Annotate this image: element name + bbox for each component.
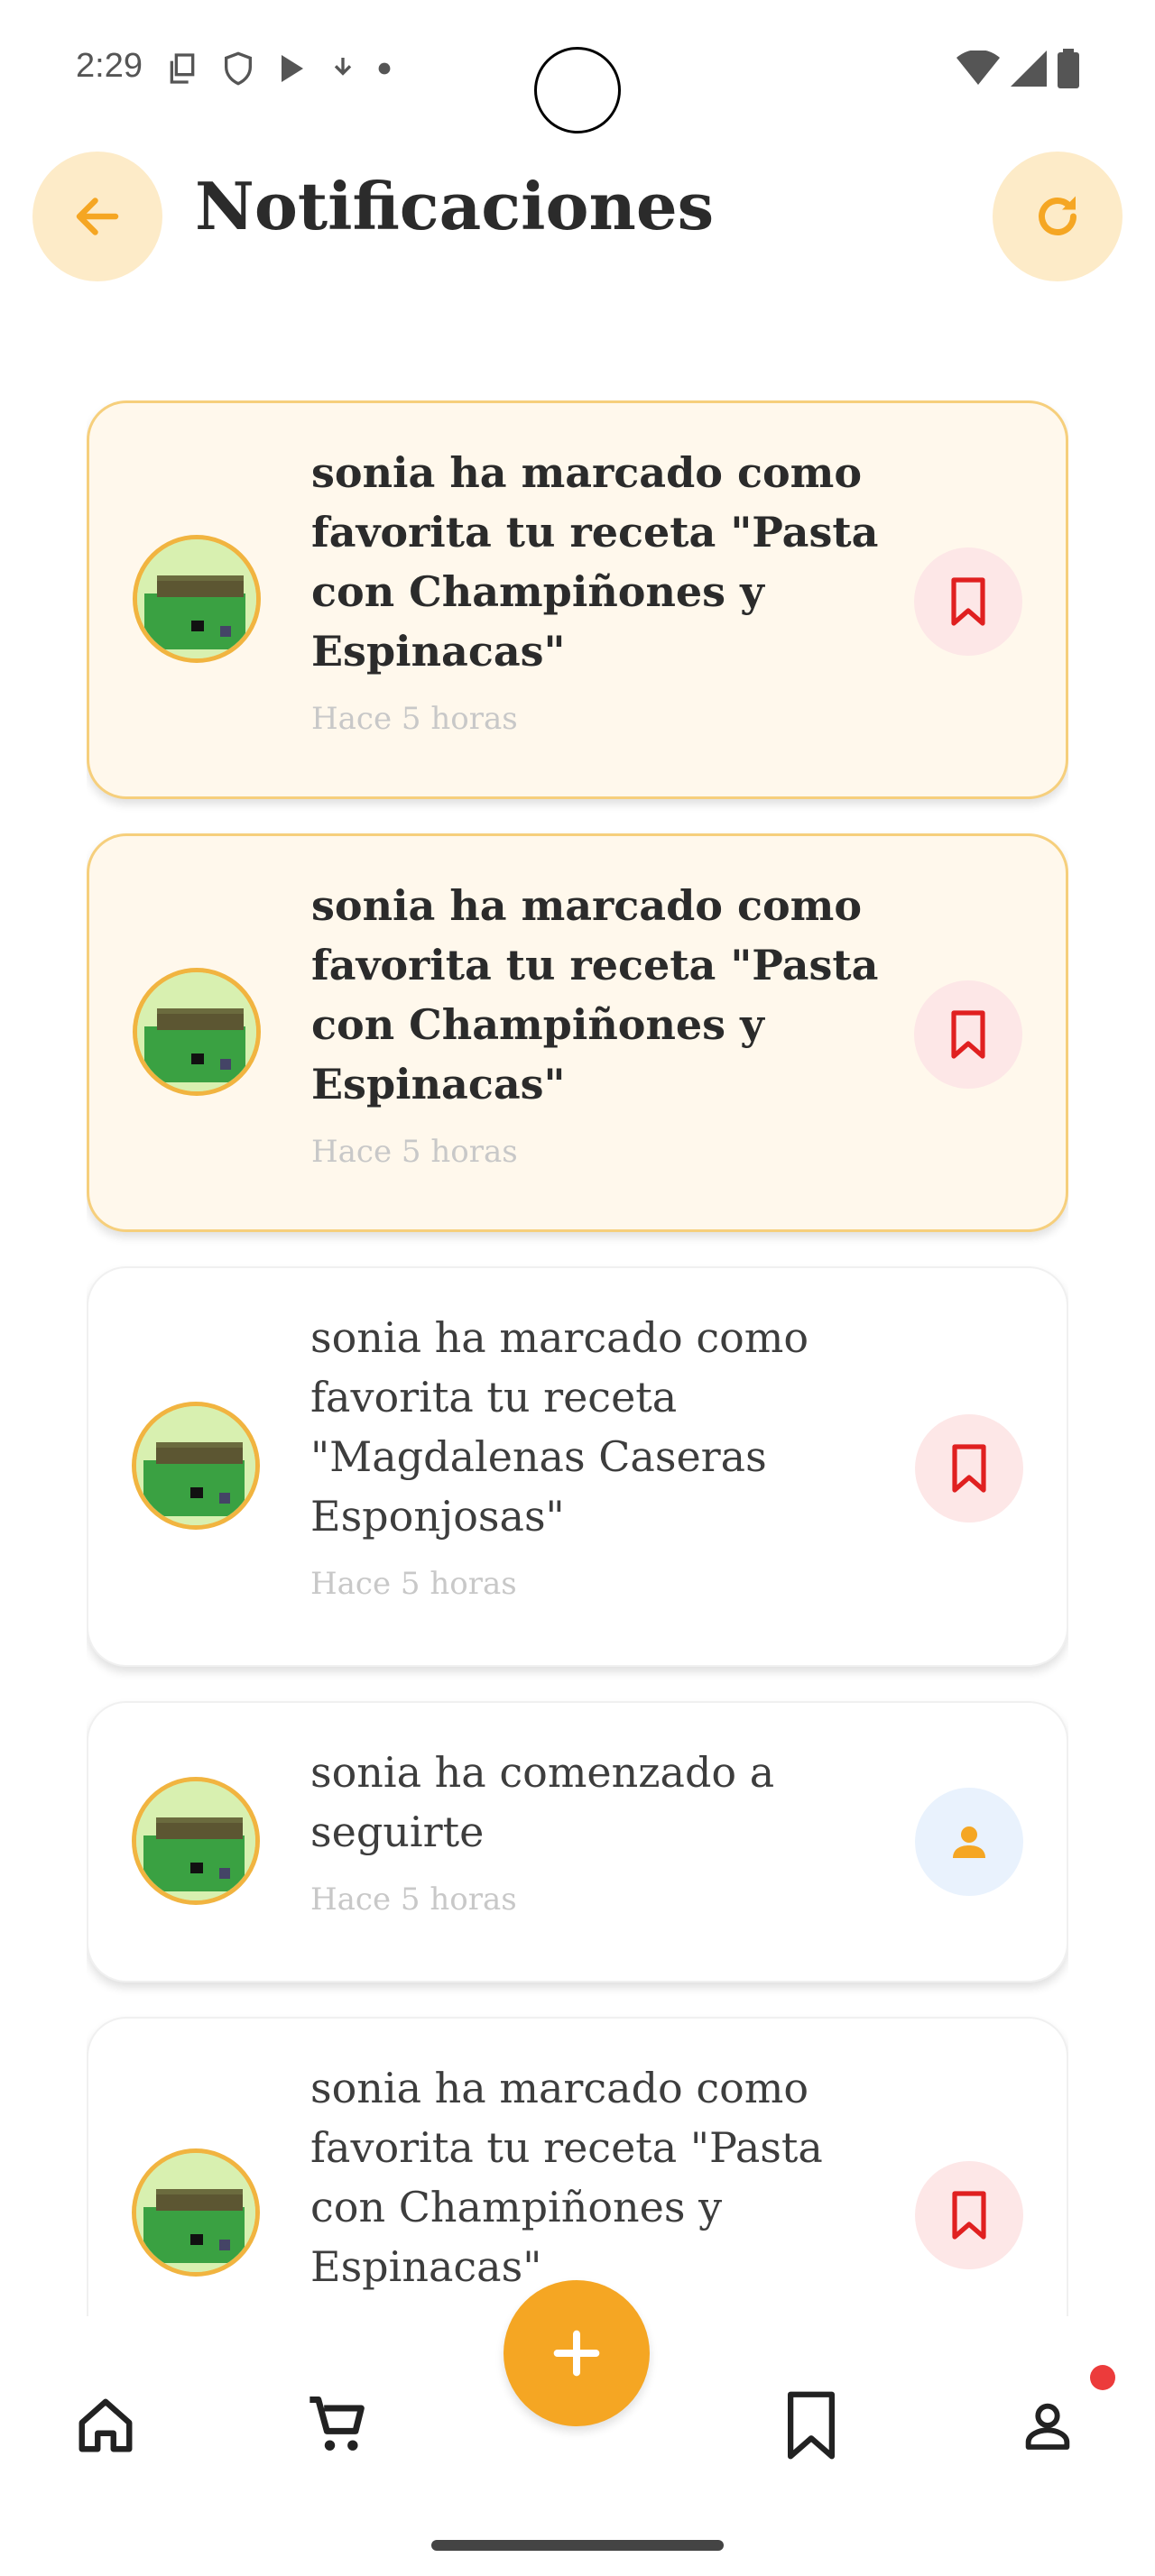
- bookmark-icon: [952, 1444, 986, 1493]
- wifi-icon: [956, 51, 1000, 85]
- notification-time: Hace 5 horas: [310, 1566, 517, 1602]
- avatar[interactable]: [133, 535, 261, 663]
- notification-message: sonia ha marcado como favorita tu receta…: [310, 2064, 823, 2291]
- page-title: Notificaciones: [195, 168, 715, 244]
- add-recipe-button[interactable]: [504, 2280, 650, 2426]
- camera-cutout: [534, 47, 621, 133]
- bookmark-icon: [951, 1010, 985, 1059]
- dot-icon: [378, 62, 391, 75]
- notification-text: sonia ha marcado como favorita tu receta…: [311, 876, 889, 1170]
- notification-text: sonia ha marcado como favorita tu receta…: [310, 1308, 888, 1602]
- refresh-button[interactable]: [993, 152, 1123, 281]
- favorite-action-button[interactable]: [915, 1414, 1023, 1523]
- battery-icon: [1058, 49, 1079, 88]
- person-icon: [953, 1826, 985, 1858]
- avatar[interactable]: [133, 968, 261, 1096]
- home-icon: [79, 2398, 133, 2452]
- notification-time: Hace 5 horas: [311, 1134, 518, 1170]
- cart-icon: [310, 2397, 365, 2451]
- nav-profile[interactable]: [1007, 2385, 1088, 2466]
- status-bar: 2:29: [0, 0, 1155, 135]
- profile-icon: [1025, 2403, 1070, 2450]
- app-header: Notificaciones: [0, 144, 1155, 289]
- download-icon: [334, 58, 352, 76]
- notification-badge: [1090, 2365, 1115, 2390]
- avatar[interactable]: [132, 2148, 260, 2277]
- bookmark-icon: [788, 2391, 835, 2460]
- avatar[interactable]: [132, 1402, 260, 1530]
- nav-home[interactable]: [65, 2385, 146, 2466]
- nav-saved[interactable]: [771, 2385, 852, 2466]
- favorite-action-button[interactable]: [914, 980, 1022, 1089]
- notification-card[interactable]: sonia ha marcado como favorita tu receta…: [87, 833, 1068, 1232]
- favorite-action-button[interactable]: [914, 547, 1022, 656]
- notification-text: sonia ha marcado como favorita tu receta…: [310, 2058, 888, 2316]
- notification-card[interactable]: sonia ha marcado como favorita tu receta…: [87, 2017, 1068, 2318]
- add-icon: [553, 2330, 600, 2377]
- notification-card[interactable]: sonia ha comenzado a seguirte Hace 5 hor…: [87, 1701, 1068, 1983]
- notification-time: Hace 5 horas: [310, 1881, 517, 1918]
- arrow-left-icon: [76, 198, 119, 235]
- home-indicator[interactable]: [431, 2540, 724, 2551]
- back-button[interactable]: [32, 152, 162, 281]
- refresh-icon: [1039, 196, 1076, 235]
- notification-time: Hace 5 horas: [311, 701, 518, 737]
- notification-card[interactable]: sonia ha marcado como favorita tu receta…: [87, 400, 1068, 799]
- favorite-action-button[interactable]: [915, 2161, 1023, 2269]
- play-store-icon: [282, 55, 303, 82]
- notification-message: sonia ha comenzado a seguirte: [310, 1748, 775, 1856]
- notification-message: sonia ha marcado como favorita tu receta…: [311, 881, 879, 1109]
- signal-icon: [1011, 51, 1047, 87]
- nav-cart[interactable]: [298, 2385, 379, 2466]
- notification-message: sonia ha marcado como favorita tu receta…: [310, 1313, 809, 1541]
- status-system-icons: [956, 49, 1079, 88]
- notification-card[interactable]: sonia ha marcado como favorita tu receta…: [87, 1266, 1068, 1667]
- copy-icon: [170, 53, 195, 84]
- notification-text: sonia ha marcado como favorita tu receta…: [311, 443, 889, 737]
- status-notification-icons: [164, 51, 392, 87]
- shield-icon: [225, 51, 252, 86]
- notifications-list[interactable]: sonia ha marcado como favorita tu receta…: [87, 400, 1068, 2318]
- status-time: 2:29: [76, 47, 143, 85]
- notification-text: sonia ha comenzado a seguirte Hace 5 hor…: [310, 1743, 888, 1918]
- bookmark-icon: [951, 577, 985, 626]
- avatar[interactable]: [132, 1777, 260, 1905]
- follow-action-button[interactable]: [915, 1788, 1023, 1896]
- bottom-navigation: [0, 2280, 1155, 2576]
- bookmark-icon: [952, 2191, 986, 2240]
- notification-message: sonia ha marcado como favorita tu receta…: [311, 448, 879, 676]
